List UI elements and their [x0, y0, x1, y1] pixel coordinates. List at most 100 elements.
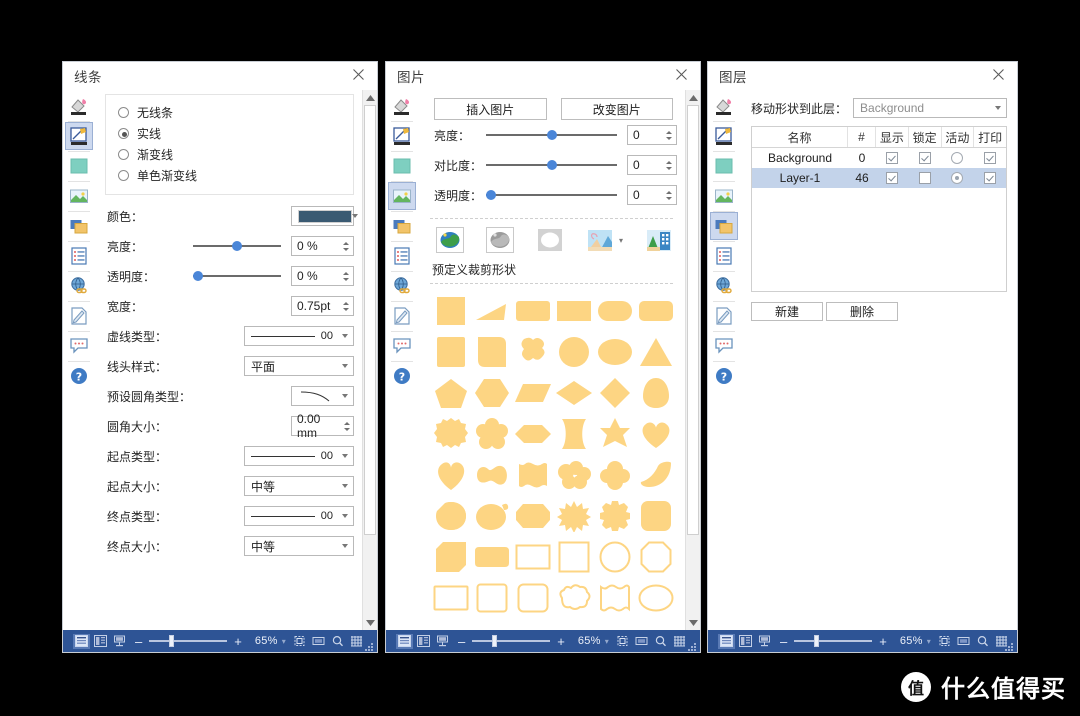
shape-wide-diamond[interactable]	[554, 374, 593, 412]
end-type-combo[interactable]: 00	[244, 506, 354, 526]
rail-document-list-icon[interactable]	[65, 242, 93, 270]
pic-brightness-slider[interactable]	[486, 127, 617, 143]
brightness-spinner[interactable]: 0 %	[291, 236, 354, 256]
shape-pillow-outline[interactable]	[595, 579, 634, 617]
shape-scallop-circle[interactable]	[432, 415, 471, 453]
zoom-dropdown-icon[interactable]: ▾	[927, 637, 931, 646]
shape-square-2[interactable]	[432, 333, 471, 371]
rail-picture-icon[interactable]	[710, 182, 738, 210]
rail-color-swatch-icon[interactable]	[65, 152, 93, 180]
locked-checkbox[interactable]	[918, 172, 931, 184]
zoom-slider[interactable]	[149, 634, 228, 648]
active-radio[interactable]	[951, 172, 964, 184]
line-type-option-none[interactable]: 无线条	[118, 102, 353, 123]
watermark-dropdown-icon[interactable]: ▾	[619, 236, 623, 245]
shape-leaf[interactable]	[432, 497, 471, 535]
close-icon[interactable]	[675, 68, 691, 84]
zoom-slider-handle[interactable]	[492, 635, 498, 647]
rail-help-icon[interactable]: ?	[710, 362, 738, 390]
chevron-down-icon[interactable]	[337, 454, 353, 458]
zoom-in-button[interactable]: +	[874, 635, 892, 648]
active-radio[interactable]	[951, 152, 964, 164]
shape-rounded-rect[interactable]	[514, 292, 553, 330]
rail-line-style-icon[interactable]	[710, 122, 738, 150]
shape-elongated-hexagon[interactable]	[514, 415, 553, 453]
zoom-slider-handle[interactable]	[814, 635, 820, 647]
facing-page-view-icon[interactable]	[92, 634, 109, 649]
shape-tag[interactable]	[473, 538, 512, 576]
shape-stadium[interactable]	[595, 292, 634, 330]
pic-transparency-slider-handle[interactable]	[486, 190, 496, 200]
rail-layers-icon[interactable]	[65, 212, 93, 240]
rail-fill-color-icon[interactable]	[710, 92, 738, 120]
single-page-view-icon[interactable]	[396, 633, 413, 649]
table-row[interactable]: Background 0	[752, 148, 1006, 168]
pic-brightness-slider-handle[interactable]	[546, 130, 557, 140]
radio-mono-gradient[interactable]	[118, 170, 129, 181]
chevron-down-icon[interactable]	[337, 364, 353, 368]
rail-document-list-icon[interactable]	[710, 242, 738, 270]
shape-rectangle[interactable]	[554, 292, 593, 330]
chevron-down-icon[interactable]	[337, 484, 353, 488]
zoom-in-button[interactable]: +	[552, 635, 570, 648]
spinner-arrows[interactable]	[662, 186, 676, 204]
single-page-view-icon[interactable]	[73, 633, 90, 649]
zoom-select-icon[interactable]	[329, 634, 346, 649]
grid-icon[interactable]	[348, 634, 365, 649]
shape-circle[interactable]	[554, 333, 593, 371]
shape-flower[interactable]	[473, 415, 512, 453]
line-type-option-solid[interactable]: 实线	[118, 123, 353, 144]
chevron-down-icon[interactable]	[337, 544, 353, 548]
zoom-slider[interactable]	[794, 634, 873, 648]
shape-rounded-square-3[interactable]	[636, 497, 675, 535]
scroll-down-icon[interactable]	[363, 615, 377, 630]
line-type-option-mono-gradient[interactable]: 单色渐变线	[118, 165, 353, 186]
fit-page-icon[interactable]	[936, 634, 953, 649]
cap-style-combo[interactable]: 平面	[244, 356, 354, 376]
close-icon[interactable]	[992, 68, 1008, 84]
facing-page-view-icon[interactable]	[415, 634, 432, 649]
rail-help-icon[interactable]: ?	[65, 362, 93, 390]
zoom-dropdown-icon[interactable]: ▾	[605, 637, 609, 646]
rail-edit-note-icon[interactable]	[710, 302, 738, 330]
book-view-icon[interactable]	[756, 634, 773, 649]
visible-checkbox[interactable]	[886, 172, 899, 184]
zoom-out-button[interactable]: –	[130, 635, 147, 648]
move-shape-target-combo[interactable]: Background	[853, 98, 1007, 118]
scrollbar-thumb[interactable]	[364, 105, 376, 535]
resize-grip[interactable]	[365, 641, 374, 651]
transparency-slider-handle[interactable]	[193, 271, 203, 281]
shape-diamond[interactable]	[595, 374, 634, 412]
rail-hyperlink-globe-icon[interactable]	[710, 272, 738, 300]
picture-panel-scrollbar[interactable]	[685, 90, 700, 630]
radio-solid[interactable]	[118, 128, 129, 139]
zoom-out-button[interactable]: –	[453, 635, 470, 648]
spinner-arrows[interactable]	[340, 417, 353, 435]
spinner-arrows[interactable]	[662, 126, 676, 144]
shape-blob-outline[interactable]	[554, 579, 593, 617]
book-view-icon[interactable]	[434, 634, 451, 649]
locked-checkbox[interactable]	[918, 152, 931, 164]
shape-rounded-rect-outline[interactable]	[514, 579, 553, 617]
print-checkbox[interactable]	[983, 152, 996, 164]
corner-size-spinner[interactable]: 0.00 mm	[291, 412, 354, 440]
scrollbar-track[interactable]	[363, 105, 377, 615]
shape-bowtie-rect[interactable]	[554, 415, 593, 453]
chevron-down-icon[interactable]	[337, 334, 353, 338]
shape-square[interactable]	[432, 292, 471, 330]
shape-octagon-outline[interactable]	[636, 538, 675, 576]
crop-effect-icon[interactable]	[645, 227, 673, 253]
zoom-slider-handle[interactable]	[169, 635, 175, 647]
fit-width-icon[interactable]	[310, 634, 327, 649]
rail-picture-icon[interactable]	[65, 182, 93, 210]
rail-color-swatch-icon[interactable]	[388, 152, 416, 180]
zoom-select-icon[interactable]	[652, 634, 669, 649]
shape-framed-rect[interactable]	[514, 456, 553, 494]
new-layer-button[interactable]: 新建	[751, 302, 823, 321]
rail-edit-note-icon[interactable]	[388, 302, 416, 330]
brightness-slider-handle[interactable]	[232, 241, 242, 251]
pic-contrast-slider-handle[interactable]	[546, 160, 557, 170]
dash-type-combo[interactable]: 00	[244, 326, 354, 346]
end-size-combo[interactable]: 中等	[244, 536, 354, 556]
print-checkbox[interactable]	[983, 172, 996, 184]
